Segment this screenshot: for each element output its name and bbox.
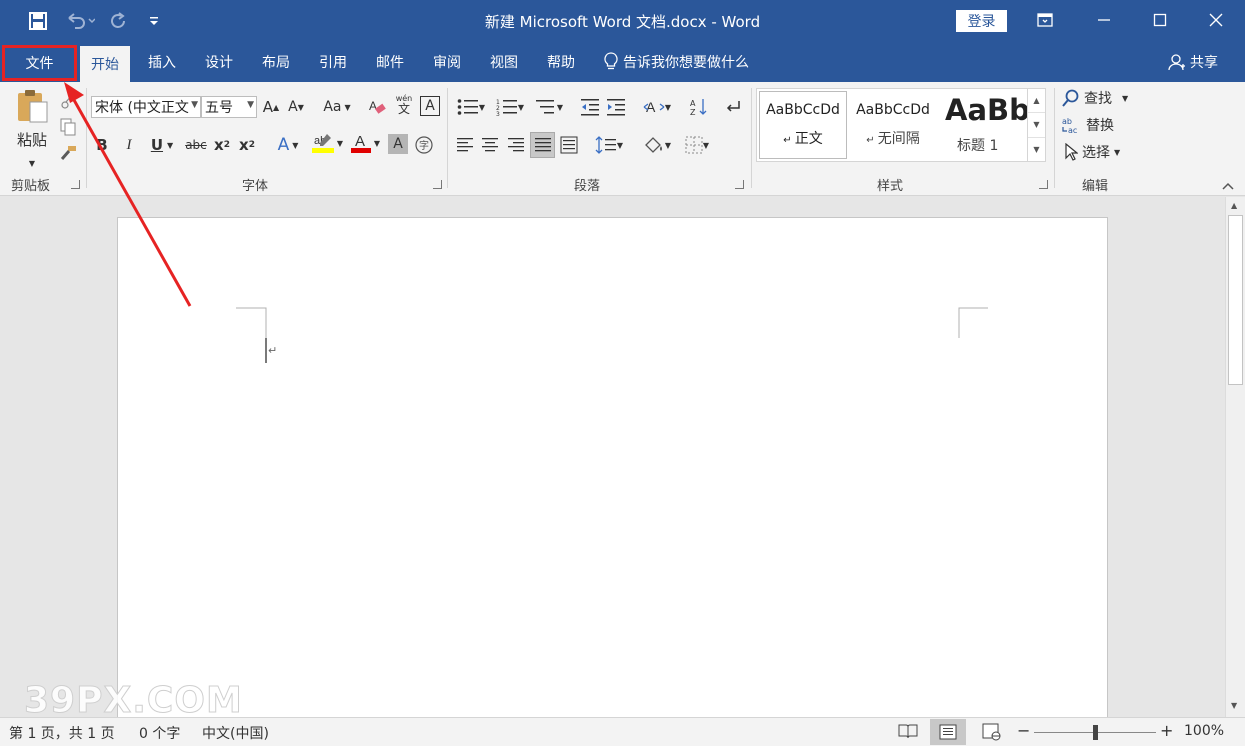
annotation-arrow xyxy=(64,82,192,307)
watermark: 39PX.COM xyxy=(24,680,243,722)
